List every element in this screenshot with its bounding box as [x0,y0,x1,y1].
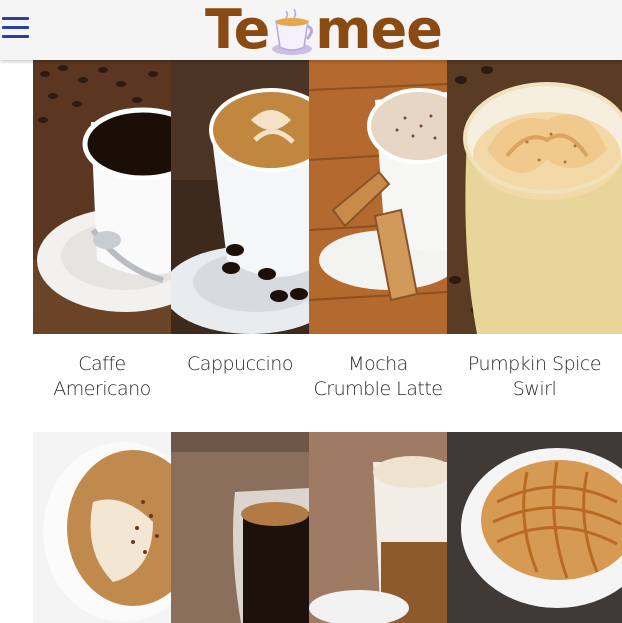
product-label-caffe-americano[interactable]: Caffe Americano [33,334,171,432]
product-label-cappuccino[interactable]: Cappuccino [171,334,309,432]
pumpkin-spice-swirl-image[interactable] [447,60,622,334]
espresso-image[interactable] [171,432,309,623]
product-image-row [33,60,622,334]
hamburger-menu-icon[interactable] [0,14,32,42]
mocha-crumble-latte-image[interactable] [309,60,447,334]
cappuccino-image[interactable] [171,60,309,334]
caffe-americano-image[interactable] [33,60,171,334]
product-image-row-2 [33,432,622,623]
site-logo[interactable]: Te mee [205,0,443,61]
logo-text-right: mee [315,0,443,61]
latte-image[interactable] [33,432,171,623]
macchiato-image[interactable] [309,432,447,623]
logo-text-left: Te [205,0,270,61]
header: Te mee [0,0,622,60]
product-label-mocha-crumble-latte[interactable]: Mocha Crumble Latte [309,334,447,432]
product-label-pumpkin-spice-swirl[interactable]: Pumpkin Spice Swirl [447,334,622,432]
product-grid: Caffe Americano Cappuccino Mocha Crumble… [33,60,622,623]
caramel-latte-image[interactable] [447,432,622,623]
product-label-row: Caffe Americano Cappuccino Mocha Crumble… [33,334,622,432]
tea-cup-icon [270,7,314,57]
